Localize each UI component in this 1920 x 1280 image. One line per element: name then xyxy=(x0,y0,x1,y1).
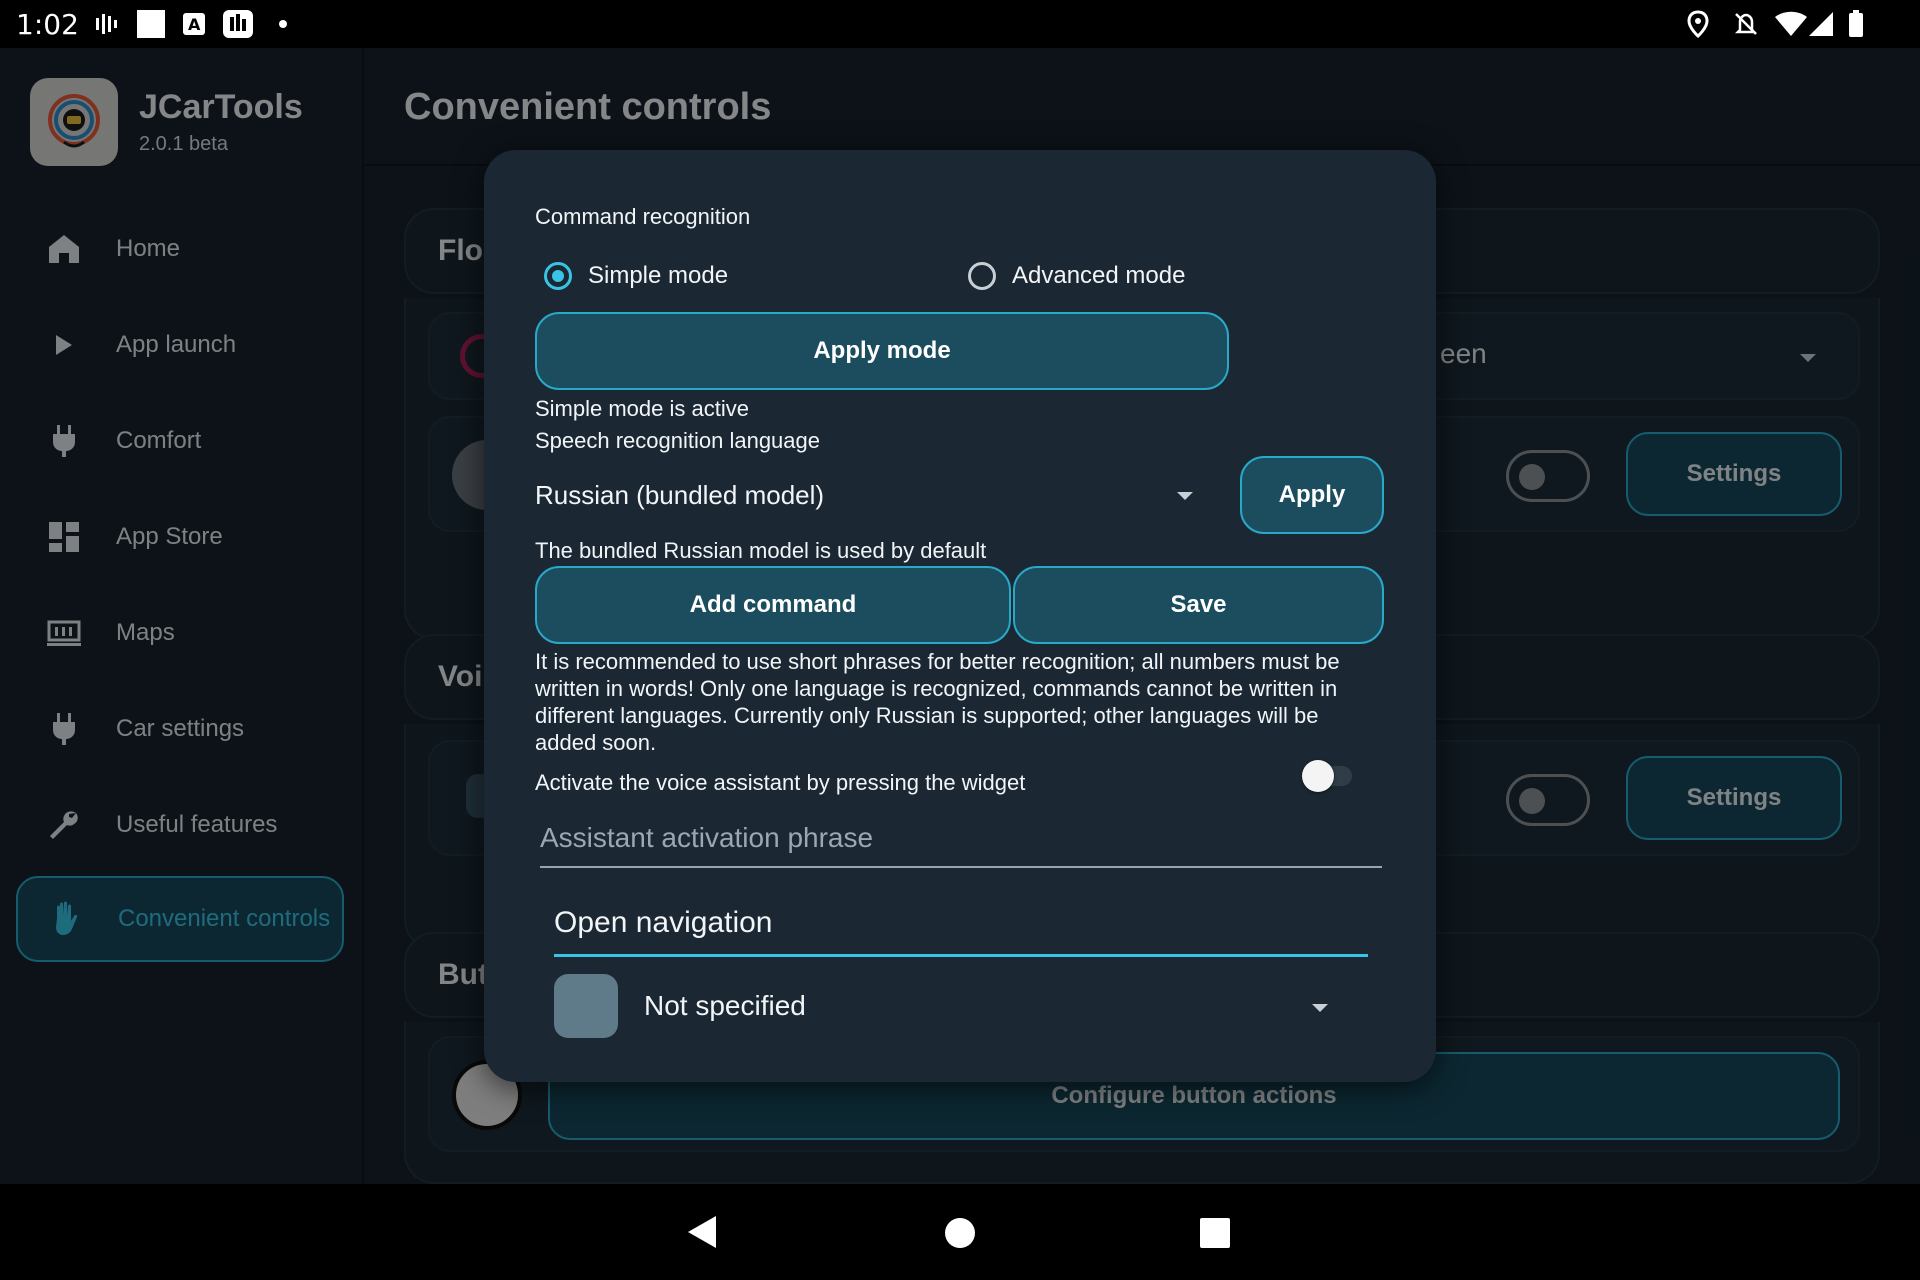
activation-phrase-field[interactable]: Assistant activation phrase xyxy=(540,810,1382,868)
signal-icon xyxy=(1808,10,1834,38)
advanced-mode-radio[interactable]: Advanced mode xyxy=(968,256,1185,296)
command-action-dropdown[interactable]: Not specified xyxy=(554,972,1354,1042)
status-time: 1:02 xyxy=(16,8,79,41)
simple-mode-radio[interactable]: Simple mode xyxy=(544,256,728,296)
radio-selected-icon xyxy=(544,262,572,290)
language-hint: The bundled Russian model is used by def… xyxy=(535,538,987,563)
apply-language-button[interactable]: Apply xyxy=(1240,456,1384,534)
recommendation-text: It is recommended to use short phrases f… xyxy=(535,649,1340,755)
location-icon xyxy=(1686,10,1710,38)
recents-icon[interactable] xyxy=(1200,1218,1230,1253)
back-icon[interactable] xyxy=(686,1214,718,1255)
battery-icon xyxy=(1848,10,1864,38)
chevron-down-icon xyxy=(1177,492,1193,500)
radio-unselected-icon xyxy=(968,262,996,290)
apply-mode-button[interactable]: Apply mode xyxy=(535,312,1229,390)
action-value: Not specified xyxy=(644,990,806,1021)
command-text-field[interactable]: Open navigation xyxy=(554,898,1368,957)
activation-phrase-placeholder: Assistant activation phrase xyxy=(540,822,874,853)
svg-text:A: A xyxy=(188,15,201,34)
alarm-off-icon xyxy=(1732,10,1760,38)
text-a-icon: A xyxy=(182,10,206,38)
system-nav-bar xyxy=(0,1184,1920,1280)
chevron-down-icon xyxy=(1312,1004,1328,1012)
status-bar: 1:02 A xyxy=(0,0,1920,48)
mode-status: Simple mode is active xyxy=(535,396,749,421)
voice-command-dialog: Command recognition Simple mode Advanced… xyxy=(484,150,1436,1082)
vibrate-icon xyxy=(94,10,120,38)
language-value: Russian (bundled model) xyxy=(535,480,825,510)
wifi-icon xyxy=(1774,10,1808,38)
save-button[interactable]: Save xyxy=(1013,566,1384,644)
activate-widget-toggle[interactable] xyxy=(1302,760,1352,792)
advanced-mode-label: Advanced mode xyxy=(1012,262,1186,289)
activate-widget-label: Activate the voice assistant by pressing… xyxy=(535,770,1026,795)
language-label: Speech recognition language xyxy=(535,428,821,453)
command-recognition-label: Command recognition xyxy=(535,204,751,229)
notification-square-icon xyxy=(136,10,166,38)
simple-mode-label: Simple mode xyxy=(588,262,729,289)
home-circle-icon[interactable] xyxy=(944,1217,976,1254)
add-command-button[interactable]: Add command xyxy=(535,566,1011,644)
action-app-icon xyxy=(554,974,618,1038)
app-notification-icon xyxy=(222,10,254,38)
command-text-value: Open navigation xyxy=(554,906,773,939)
dot-icon xyxy=(278,10,288,38)
language-dropdown[interactable]: Russian (bundled model) xyxy=(535,462,1215,530)
